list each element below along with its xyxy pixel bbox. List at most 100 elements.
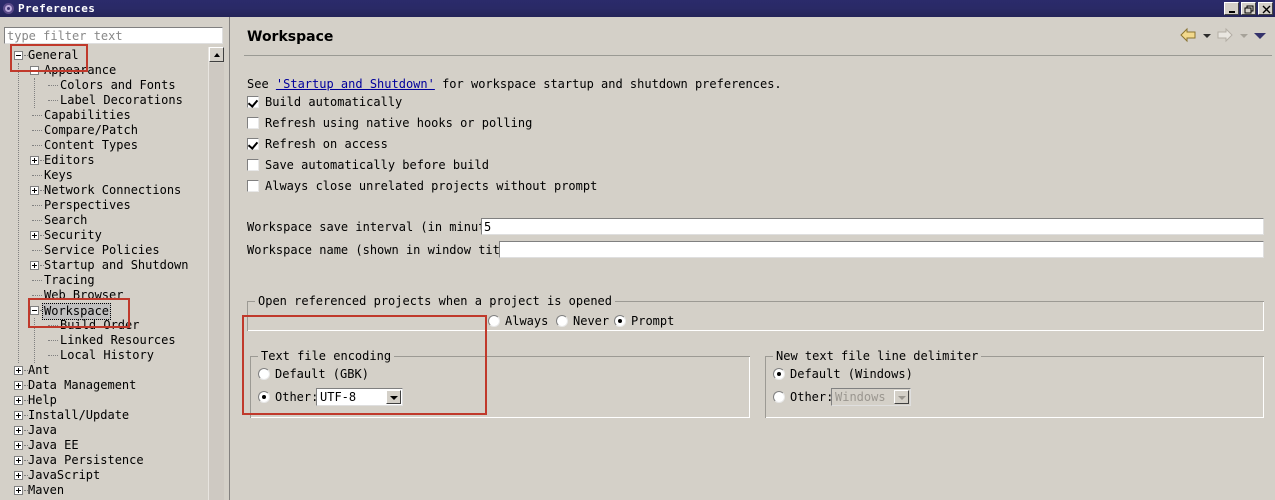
close-button[interactable] bbox=[1258, 2, 1273, 15]
sidebar-item-ant[interactable]: Ant bbox=[0, 363, 208, 378]
checkbox-label: Always close unrelated projects without … bbox=[265, 179, 598, 193]
workspace-name-input-wrapper[interactable] bbox=[499, 241, 1264, 258]
collapse-icon[interactable] bbox=[14, 51, 23, 60]
checkbox-row-3[interactable]: Save automatically before build bbox=[247, 158, 489, 173]
back-arrow-icon[interactable] bbox=[1179, 27, 1197, 43]
sidebar-item-install-update[interactable]: Install/Update bbox=[0, 408, 208, 423]
sidebar-item-tracing[interactable]: Tracing bbox=[0, 273, 208, 288]
tree-scrollbar[interactable] bbox=[208, 47, 224, 500]
open-referenced-option-prompt[interactable]: Prompt bbox=[614, 314, 674, 329]
save-interval-input[interactable] bbox=[482, 219, 1263, 234]
sidebar-item-web-browser[interactable]: Web Browser bbox=[0, 288, 208, 303]
delimiter-default-radio[interactable] bbox=[773, 368, 785, 380]
expand-icon[interactable] bbox=[30, 156, 39, 165]
checkbox-checked-icon[interactable] bbox=[247, 138, 259, 150]
sidebar-item-content-types[interactable]: Content Types bbox=[0, 138, 208, 153]
sidebar-item-javascript[interactable]: JavaScript bbox=[0, 468, 208, 483]
checkbox-row-0[interactable]: Build automatically bbox=[247, 95, 402, 110]
expand-icon[interactable] bbox=[14, 366, 23, 375]
sidebar-item-local-history[interactable]: Local History bbox=[0, 348, 208, 363]
sidebar-item-data-management[interactable]: Data Management bbox=[0, 378, 208, 393]
expand-icon[interactable] bbox=[14, 396, 23, 405]
radio-label: Prompt bbox=[631, 314, 675, 328]
tree-connector bbox=[32, 130, 42, 132]
checkbox-unchecked-icon[interactable] bbox=[247, 180, 259, 192]
expand-icon[interactable] bbox=[14, 426, 23, 435]
expand-icon[interactable] bbox=[14, 456, 23, 465]
description-prefix: See bbox=[247, 77, 276, 91]
minimize-button[interactable] bbox=[1224, 2, 1239, 15]
radio-label: Never bbox=[573, 314, 610, 328]
back-history-chevron-down-icon[interactable] bbox=[1201, 28, 1212, 42]
encoding-chevron-down-icon[interactable] bbox=[386, 390, 401, 404]
open-referenced-option-never[interactable]: Never bbox=[556, 314, 609, 329]
collapse-icon[interactable] bbox=[30, 306, 39, 315]
radio-unselected-icon[interactable] bbox=[556, 315, 568, 327]
sidebar-item-appearance[interactable]: Appearance bbox=[0, 63, 208, 78]
filter-input-wrapper[interactable] bbox=[4, 27, 223, 44]
scroll-up-icon[interactable] bbox=[209, 47, 224, 62]
delimiter-other-radio-row[interactable]: Other: bbox=[773, 390, 833, 405]
encoding-select[interactable]: UTF-8 bbox=[316, 388, 403, 406]
scroll-track[interactable] bbox=[209, 63, 224, 500]
open-referenced-option-always[interactable]: Always bbox=[488, 314, 548, 329]
encoding-other-radio[interactable] bbox=[258, 391, 270, 403]
sidebar-item-label: Security bbox=[44, 228, 102, 242]
navigation-toolbar bbox=[1179, 27, 1267, 43]
sidebar-item-colors-and-fonts[interactable]: Colors and Fonts bbox=[0, 78, 208, 93]
sidebar-item-help[interactable]: Help bbox=[0, 393, 208, 408]
startup-shutdown-link[interactable]: 'Startup and Shutdown' bbox=[276, 77, 435, 91]
checkbox-row-2[interactable]: Refresh on access bbox=[247, 137, 388, 152]
sidebar-item-search[interactable]: Search bbox=[0, 213, 208, 228]
checkbox-unchecked-icon[interactable] bbox=[247, 117, 259, 129]
radio-selected-icon[interactable] bbox=[614, 315, 626, 327]
expand-icon[interactable] bbox=[14, 471, 23, 480]
expand-icon[interactable] bbox=[14, 411, 23, 420]
tree-connector bbox=[32, 205, 42, 207]
save-interval-input-wrapper[interactable] bbox=[481, 218, 1264, 235]
expand-icon[interactable] bbox=[14, 486, 23, 495]
collapse-icon[interactable] bbox=[30, 66, 39, 75]
view-menu-icon[interactable] bbox=[1253, 28, 1267, 42]
workspace-name-input[interactable] bbox=[500, 242, 1263, 257]
sidebar-item-workspace[interactable]: Workspace bbox=[0, 303, 208, 320]
checkbox-checked-icon[interactable] bbox=[247, 96, 259, 108]
sidebar-item-network-connections[interactable]: Network Connections bbox=[0, 183, 208, 198]
encoding-default-radio-row[interactable]: Default (GBK) bbox=[258, 367, 369, 382]
sidebar-item-label: Build Order bbox=[60, 318, 140, 332]
sidebar-item-java[interactable]: Java bbox=[0, 423, 208, 438]
sidebar-item-capabilities[interactable]: Capabilities bbox=[0, 108, 208, 123]
sidebar-item-java-persistence[interactable]: Java Persistence bbox=[0, 453, 208, 468]
open-referenced-group: Open referenced projects when a project … bbox=[247, 294, 1264, 331]
search-input[interactable] bbox=[5, 28, 222, 43]
sidebar-item-keys[interactable]: Keys bbox=[0, 168, 208, 183]
sidebar-item-linked-resources[interactable]: Linked Resources bbox=[0, 333, 208, 348]
checkbox-unchecked-icon[interactable] bbox=[247, 159, 259, 171]
expand-icon[interactable] bbox=[14, 381, 23, 390]
sidebar-item-label-decorations[interactable]: Label Decorations bbox=[0, 93, 208, 108]
expand-icon[interactable] bbox=[30, 186, 39, 195]
sidebar-item-startup-and-shutdown[interactable]: Startup and Shutdown bbox=[0, 258, 208, 273]
sidebar-item-maven[interactable]: Maven bbox=[0, 483, 208, 498]
checkbox-row-4[interactable]: Always close unrelated projects without … bbox=[247, 179, 597, 194]
expand-icon[interactable] bbox=[30, 231, 39, 240]
tree-connector bbox=[48, 100, 58, 102]
sidebar-item-compare-patch[interactable]: Compare/Patch bbox=[0, 123, 208, 138]
encoding-other-radio-row[interactable]: Other: bbox=[258, 390, 318, 405]
sidebar-item-editors[interactable]: Editors bbox=[0, 153, 208, 168]
delimiter-other-radio[interactable] bbox=[773, 391, 785, 403]
checkbox-row-1[interactable]: Refresh using native hooks or polling bbox=[247, 116, 532, 131]
sidebar-item-build-order[interactable]: Build Order bbox=[0, 318, 208, 333]
sidebar-item-service-policies[interactable]: Service Policies bbox=[0, 243, 208, 258]
restore-button[interactable] bbox=[1241, 2, 1256, 15]
sidebar-item-general[interactable]: General bbox=[0, 48, 208, 63]
radio-unselected-icon[interactable] bbox=[488, 315, 500, 327]
encoding-default-radio[interactable] bbox=[258, 368, 270, 380]
sidebar-item-perspectives[interactable]: Perspectives bbox=[0, 198, 208, 213]
expand-icon[interactable] bbox=[30, 261, 39, 270]
preferences-tree[interactable]: General Appearance Colors and Fonts Label D… bbox=[0, 47, 208, 500]
delimiter-default-radio-row[interactable]: Default (Windows) bbox=[773, 367, 913, 382]
expand-icon[interactable] bbox=[14, 441, 23, 450]
sidebar-item-java-ee[interactable]: Java EE bbox=[0, 438, 208, 453]
sidebar-item-security[interactable]: Security bbox=[0, 228, 208, 243]
